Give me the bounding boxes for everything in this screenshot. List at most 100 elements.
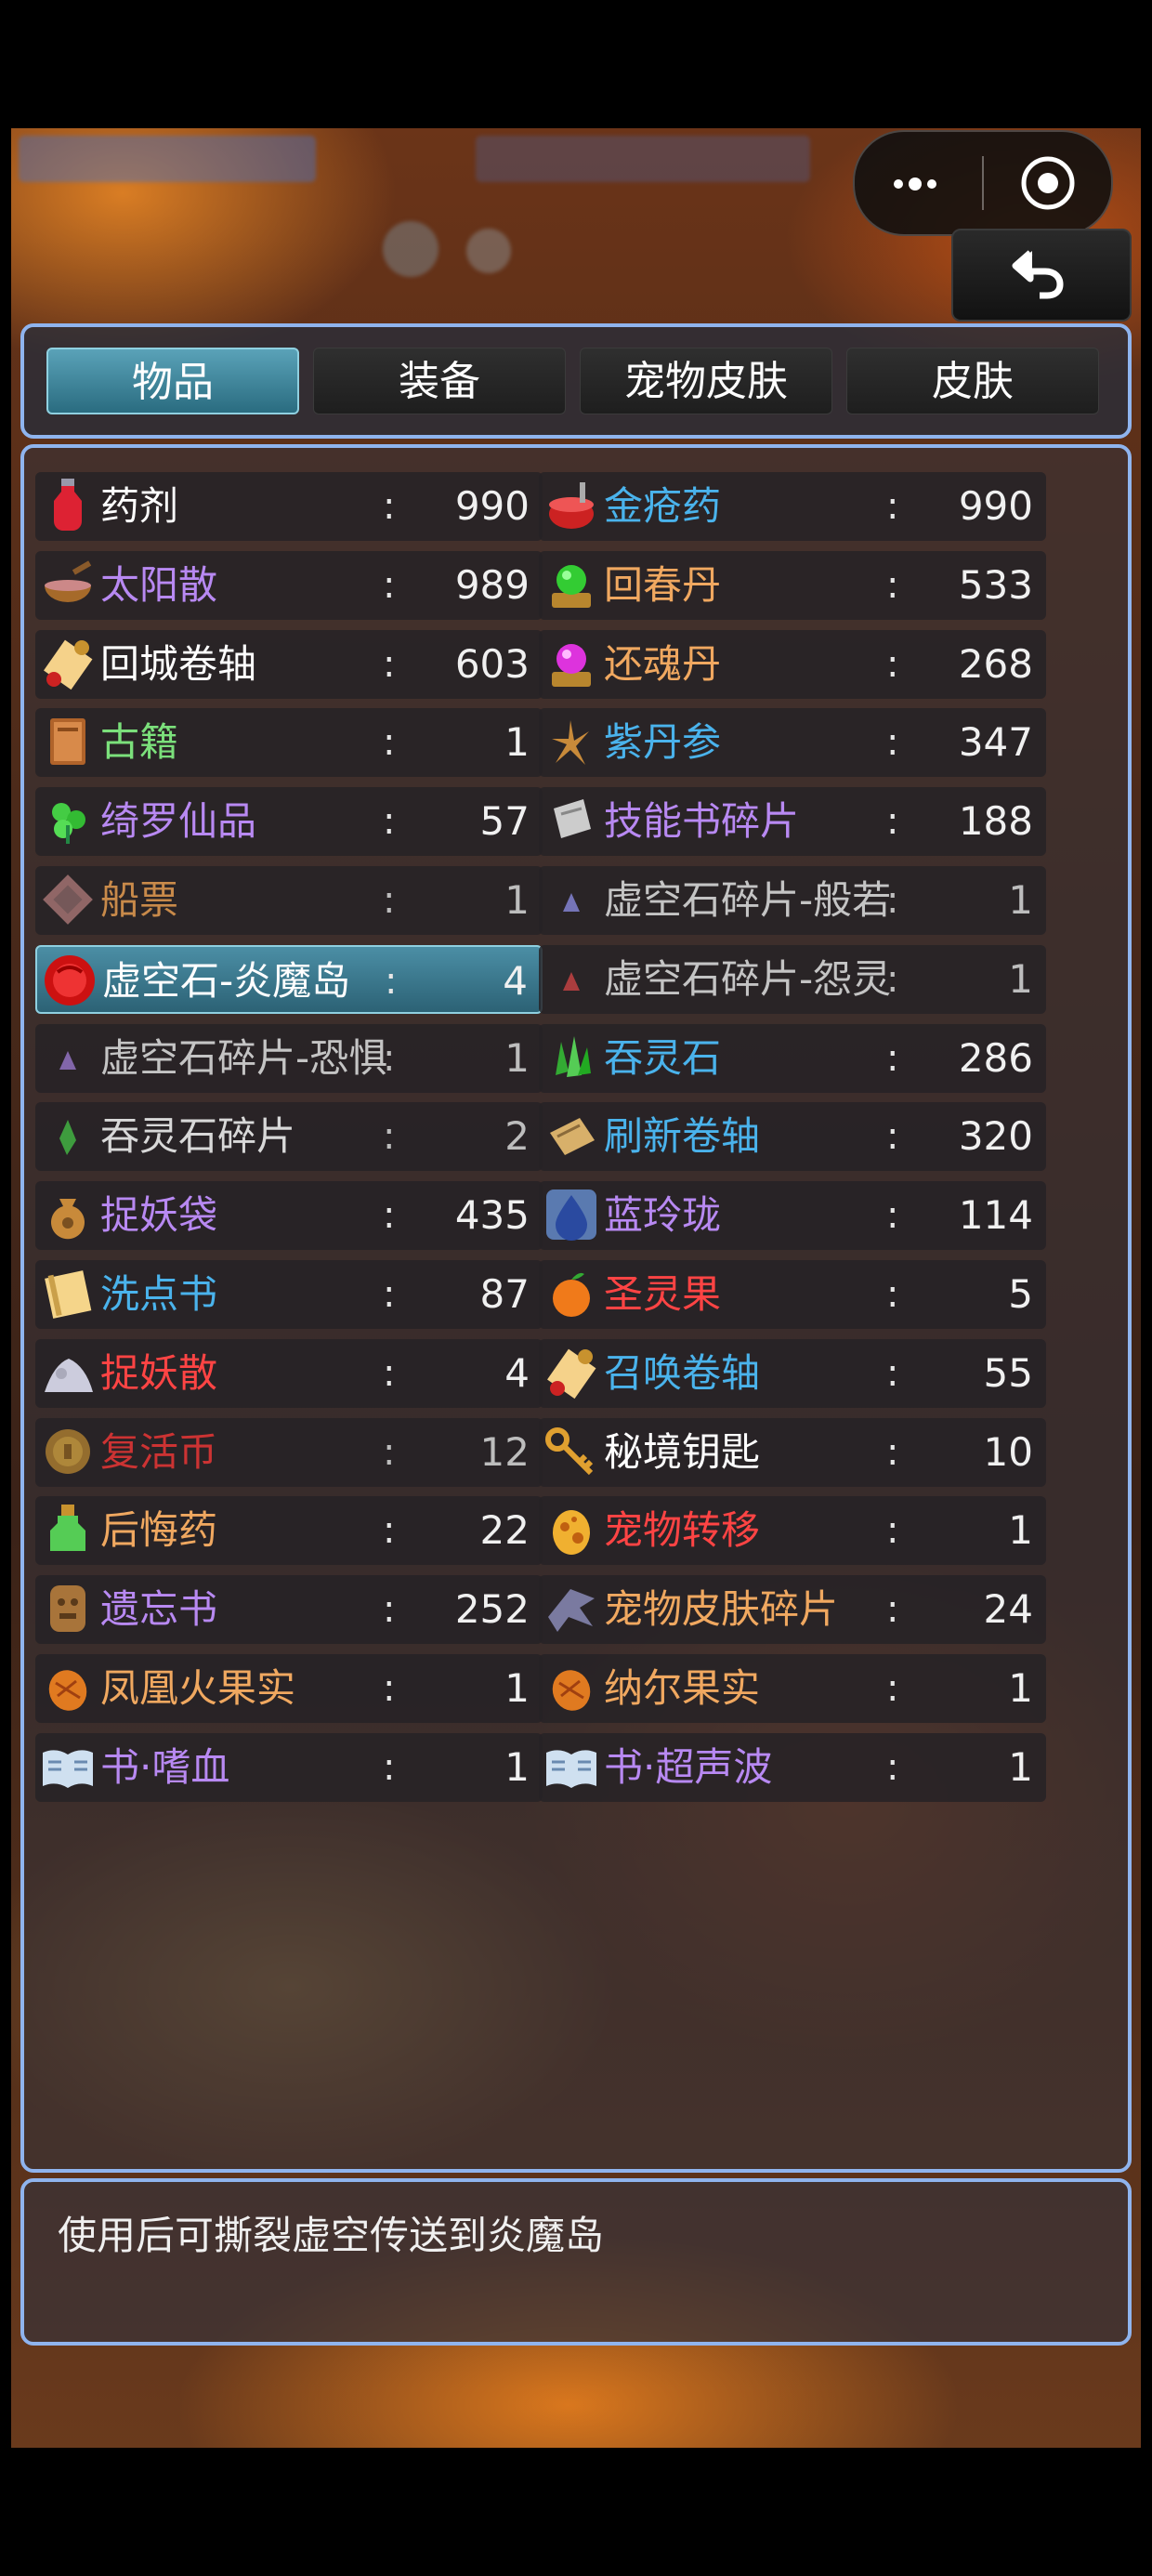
violet-shard-icon <box>59 1051 76 1070</box>
green-potion-icon <box>50 1505 85 1551</box>
item-name: 遗忘书 <box>100 1586 218 1632</box>
item-name: 捉妖散 <box>100 1350 218 1396</box>
item-separator: : <box>383 1746 396 1789</box>
item-name: 洗点书 <box>100 1271 218 1317</box>
inventory-slot[interactable]: 绮罗仙品: 57 <box>35 787 543 856</box>
item-separator: : <box>886 1509 899 1552</box>
item-name: 捉妖袋 <box>100 1192 218 1238</box>
item-separator: : <box>383 1667 396 1710</box>
item-separator: : <box>886 1588 899 1631</box>
item-count: 55 <box>983 1350 1033 1396</box>
inventory-slot[interactable]: 吞灵石: 286 <box>539 1024 1046 1093</box>
item-name: 虚空石碎片-恐惧 <box>100 1035 388 1081</box>
item-description-panel: 使用后可撕裂虚空传送到炎魔岛 <box>20 2178 1132 2346</box>
close-miniprogram-button[interactable] <box>1020 155 1076 211</box>
item-count: 24 <box>983 1586 1033 1632</box>
item-name: 秘境钥匙 <box>604 1429 761 1475</box>
tab-skins[interactable]: 皮肤 <box>846 348 1099 414</box>
item-name: 蓝玲珑 <box>604 1192 722 1238</box>
item-separator: : <box>383 1037 396 1080</box>
inventory-slot[interactable]: 后悔药: 22 <box>35 1496 543 1565</box>
key-icon <box>545 1427 594 1476</box>
inventory-slot[interactable]: 回春丹: 533 <box>539 551 1046 620</box>
inventory-slot[interactable]: 虚空石-炎魔岛: 4 <box>35 945 543 1014</box>
item-separator: : <box>886 1352 899 1395</box>
blurred-icon <box>466 229 511 273</box>
inventory-slot[interactable]: 凤凰火果实: 1 <box>35 1654 543 1723</box>
inventory-slot[interactable]: 回城卷轴: 603 <box>35 630 543 699</box>
green-orb-icon <box>552 565 591 608</box>
item-name: 复活币 <box>100 1429 218 1475</box>
inventory-slot[interactable]: 紫丹参: 347 <box>539 708 1046 777</box>
inventory-panel: 药剂: 990 金疮药: 990 太阳散: 989 回春丹: 533 回城卷轴: 603 还魂丹: 2… <box>20 444 1132 2173</box>
phoenix-fruit-icon <box>48 1670 87 1711</box>
inventory-slot[interactable]: 太阳散: 989 <box>35 551 543 620</box>
item-separator: : <box>886 485 899 528</box>
inventory-slot[interactable]: 虚空石碎片-般若: 1 <box>539 866 1046 935</box>
blurred-icon <box>383 221 439 277</box>
item-count: 1 <box>504 719 530 765</box>
item-separator: : <box>383 1115 396 1158</box>
item-name: 吞灵石 <box>604 1035 722 1081</box>
item-name: 纳尔果实 <box>604 1665 761 1711</box>
more-menu-button[interactable] <box>892 162 966 204</box>
item-count: 1 <box>1008 877 1033 923</box>
item-name: 技能书碎片 <box>604 798 800 844</box>
open-scroll-icon <box>550 1118 595 1155</box>
inventory-slot[interactable]: 蓝玲珑: 114 <box>539 1181 1046 1250</box>
inventory-slot[interactable]: 洗点书: 87 <box>35 1260 543 1329</box>
item-count: 1 <box>1008 956 1033 1002</box>
inventory-slot[interactable]: 刷新卷轴: 320 <box>539 1102 1046 1171</box>
inventory-slot[interactable]: 药剂: 990 <box>35 472 543 541</box>
tab-equipment[interactable]: 装备 <box>313 348 566 414</box>
inventory-slot[interactable]: 书·嗜血: 1 <box>35 1733 543 1802</box>
miniprogram-capsule <box>853 130 1113 236</box>
powder-pile-icon <box>45 1359 93 1392</box>
item-separator: : <box>383 1588 396 1631</box>
item-name: 虚空石碎片-怨灵 <box>604 956 892 1002</box>
inventory-slot[interactable]: 召唤卷轴: 55 <box>539 1339 1046 1408</box>
inventory-slot[interactable]: 宠物转移: 1 <box>539 1496 1046 1565</box>
inventory-slot[interactable]: 圣灵果: 5 <box>539 1260 1046 1329</box>
tab-pet-skins[interactable]: 宠物皮肤 <box>580 348 832 414</box>
inventory-slot[interactable]: 捉妖袋: 435 <box>35 1181 543 1250</box>
dragon-shard-icon <box>548 1589 595 1632</box>
item-count: 5 <box>1008 1271 1033 1317</box>
spotted-egg-icon <box>553 1510 590 1555</box>
herb-bowl-icon <box>45 560 92 602</box>
inventory-slot[interactable]: 遗忘书: 252 <box>35 1575 543 1644</box>
item-count: 12 <box>479 1429 530 1475</box>
item-separator: : <box>383 1431 396 1474</box>
inventory-slot[interactable]: 船票: 1 <box>35 866 543 935</box>
item-separator: : <box>383 800 396 843</box>
item-separator: : <box>886 643 899 686</box>
inventory-slot[interactable]: 捉妖散: 4 <box>35 1339 543 1408</box>
tab-items[interactable]: 物品 <box>46 348 299 414</box>
item-name: 虚空石碎片-般若 <box>604 877 892 923</box>
item-count: 1 <box>1008 1507 1033 1553</box>
green-crystal-icon <box>556 1036 591 1077</box>
coin-icon <box>46 1429 90 1474</box>
open-book-icon <box>43 1750 93 1788</box>
inventory-slot[interactable]: 吞灵石碎片: 2 <box>35 1102 543 1171</box>
inventory-slot[interactable]: 纳尔果实: 1 <box>539 1654 1046 1723</box>
carved-tablet-icon <box>50 1585 85 1632</box>
inventory-slot[interactable]: 书·超声波: 1 <box>539 1733 1046 1802</box>
item-name: 回城卷轴 <box>100 641 257 687</box>
scroll-icon <box>44 639 93 690</box>
inventory-slot[interactable]: 宠物皮肤碎片: 24 <box>539 1575 1046 1644</box>
inventory-slot[interactable]: 虚空石碎片-恐惧: 1 <box>35 1024 543 1093</box>
item-count: 1 <box>504 1665 530 1711</box>
item-count: 252 <box>454 1586 530 1632</box>
inventory-slot[interactable]: 金疮药: 990 <box>539 472 1046 541</box>
yellow-book-icon <box>45 1270 92 1319</box>
back-button[interactable] <box>951 229 1132 322</box>
inventory-slot[interactable]: 秘境钥匙: 10 <box>539 1418 1046 1487</box>
inventory-slot[interactable]: 还魂丹: 268 <box>539 630 1046 699</box>
item-name: 药剂 <box>100 483 179 529</box>
item-name: 回春丹 <box>604 562 722 608</box>
inventory-slot[interactable]: 虚空石碎片-怨灵: 1 <box>539 945 1046 1014</box>
inventory-slot[interactable]: 古籍: 1 <box>35 708 543 777</box>
inventory-slot[interactable]: 复活币: 12 <box>35 1418 543 1487</box>
inventory-slot[interactable]: 技能书碎片: 188 <box>539 787 1046 856</box>
